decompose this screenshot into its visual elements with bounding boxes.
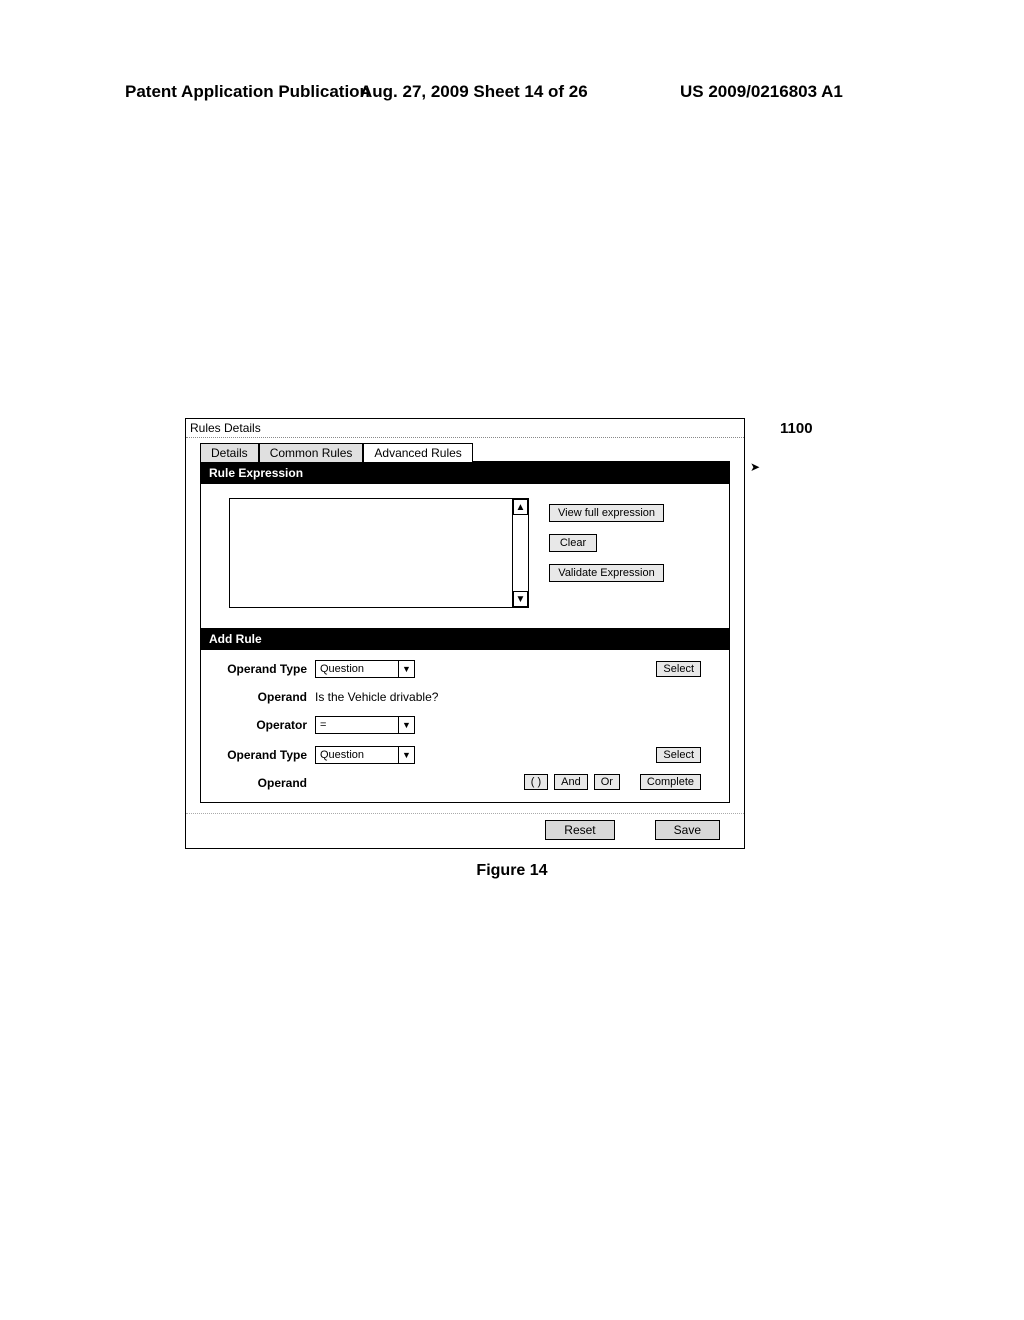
figure-caption: Figure 14 xyxy=(0,862,1024,880)
operand-type-2-select[interactable]: Question ▼ xyxy=(315,746,415,764)
reference-arrow-icon: ➤ xyxy=(750,460,760,474)
reset-button[interactable]: Reset xyxy=(545,820,614,840)
add-rule-header: Add Rule xyxy=(201,628,729,650)
paren-button[interactable]: ( ) xyxy=(524,774,548,790)
operand-1-row: Operand Is the Vehicle drivable? xyxy=(217,690,713,704)
and-button[interactable]: And xyxy=(554,774,588,790)
chevron-down-icon: ▼ xyxy=(398,717,414,733)
operand-2-row: Operand ( ) And Or Complete xyxy=(217,776,713,790)
tab-details[interactable]: Details xyxy=(200,443,259,462)
operand-1-value: Is the Vehicle drivable? xyxy=(315,690,438,704)
operand-type-1-select[interactable]: Question ▼ xyxy=(315,660,415,678)
footer-button-row: Reset Save xyxy=(186,813,744,848)
scroll-up-icon[interactable]: ▲ xyxy=(513,499,528,515)
or-button[interactable]: Or xyxy=(594,774,620,790)
select-button-2[interactable]: Select xyxy=(656,747,701,763)
clear-button[interactable]: Clear xyxy=(549,534,597,552)
reference-number: 1100 xyxy=(780,420,813,437)
operand-2-label: Operand xyxy=(217,776,315,790)
publication-label: Patent Application Publication xyxy=(125,82,370,102)
operand-type-1-label: Operand Type xyxy=(217,662,315,676)
view-full-expression-button[interactable]: View full expression xyxy=(549,504,664,522)
panel-title: Rules Details xyxy=(186,419,744,438)
chevron-down-icon: ▼ xyxy=(398,661,414,677)
save-button[interactable]: Save xyxy=(655,820,720,840)
operator-label: Operator xyxy=(217,718,315,732)
operator-row: Operator = ▼ xyxy=(217,716,713,734)
scroll-down-icon[interactable]: ▼ xyxy=(513,591,528,607)
rules-details-panel: Rules Details Details Common Rules Advan… xyxy=(185,418,745,849)
operand-type-1-row: Operand Type Question ▼ Select xyxy=(217,660,713,678)
operand-1-label: Operand xyxy=(217,690,315,704)
validate-expression-button[interactable]: Validate Expression xyxy=(549,564,664,582)
tab-advanced-rules[interactable]: Advanced Rules xyxy=(363,443,472,462)
scrollbar[interactable]: ▲ ▼ xyxy=(512,499,528,607)
complete-button[interactable]: Complete xyxy=(640,774,701,790)
operator-select[interactable]: = ▼ xyxy=(315,716,415,734)
expression-textarea[interactable]: ▲ ▼ xyxy=(229,498,529,608)
patent-number-label: US 2009/0216803 A1 xyxy=(680,82,843,102)
chevron-down-icon: ▼ xyxy=(398,747,414,763)
tab-common-rules[interactable]: Common Rules xyxy=(259,443,364,462)
select-button-1[interactable]: Select xyxy=(656,661,701,677)
operand-type-2-label: Operand Type xyxy=(217,748,315,762)
date-sheet-label: Aug. 27, 2009 Sheet 14 of 26 xyxy=(360,82,588,102)
rule-expression-header: Rule Expression xyxy=(201,462,729,484)
operand-type-2-row: Operand Type Question ▼ Select xyxy=(217,746,713,764)
tab-bar: Details Common Rules Advanced Rules xyxy=(200,442,744,461)
inner-panel: Rule Expression ▲ ▼ View full expression… xyxy=(200,461,730,803)
